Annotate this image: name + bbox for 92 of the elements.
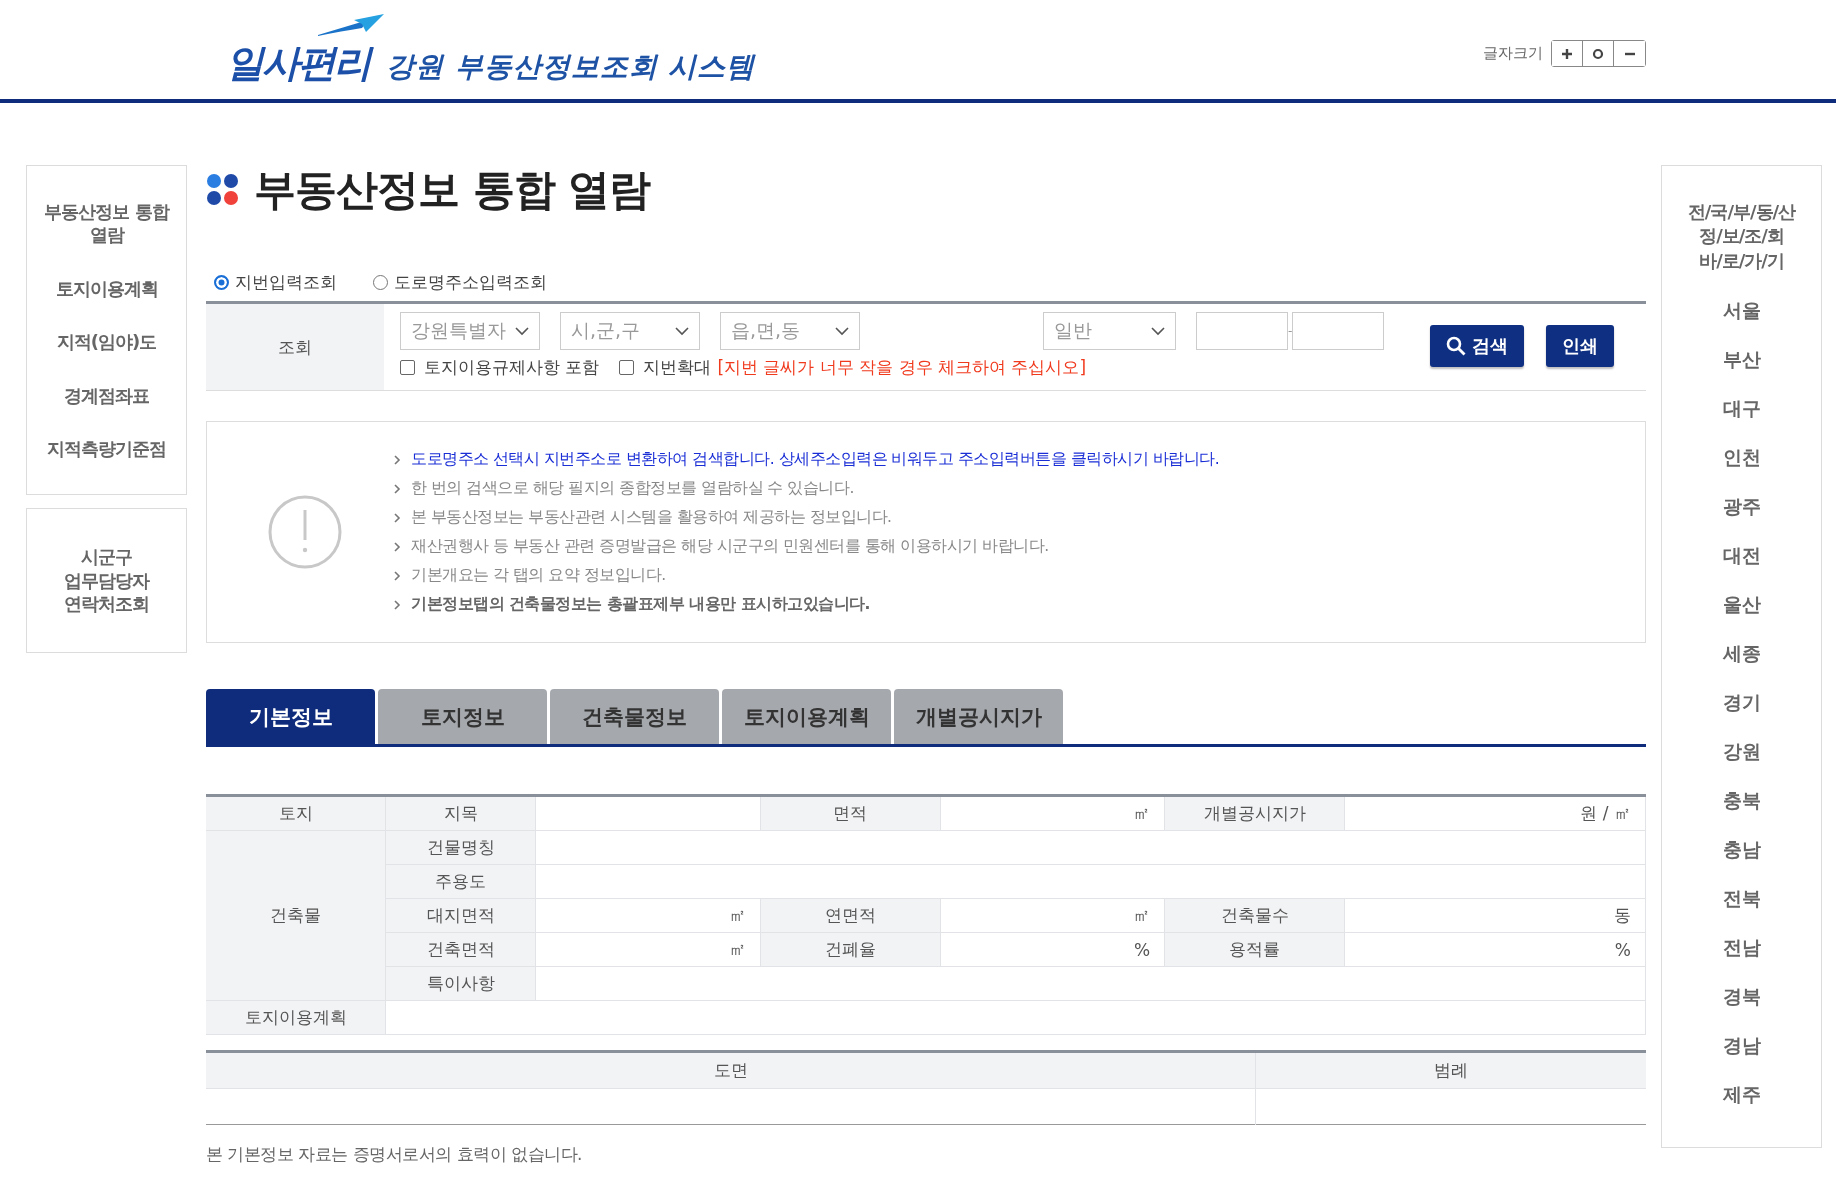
search-label: 조회 <box>206 304 384 390</box>
bullet-chevron-icon <box>393 512 401 523</box>
radio-option[interactable]: 도로명주소입력조회 <box>373 270 547 294</box>
region-link[interactable]: 울산 <box>1722 591 1761 618</box>
notice-text: 기본개요는 각 탭의 요약 정보입니다. <box>411 565 666 586</box>
lot-number-field[interactable] <box>1196 312 1288 350</box>
bullet-chevron-icon <box>393 483 401 494</box>
exclamation-icon <box>267 494 343 570</box>
region-link[interactable]: 서울 <box>1722 297 1761 324</box>
separator-text: - <box>1288 324 1293 338</box>
site-title: 강원 부동산정보조회 시스템 <box>386 49 756 85</box>
chevron-down-icon <box>835 326 849 336</box>
paper-plane-logo-icon <box>318 14 384 36</box>
table-header-cell: 연면적 <box>760 898 941 933</box>
region-link[interactable]: 제주 <box>1722 1081 1761 1108</box>
table-cell: % <box>940 932 1165 967</box>
side-menu-item[interactable]: 지적측량기준점 <box>47 436 166 461</box>
warning-text: [지번 글씨가 너무 작을 경우 체크하여 주십시오] <box>717 356 1087 379</box>
table-header-cell: 건물명칭 <box>385 830 536 865</box>
bullet-chevron-icon <box>393 570 401 581</box>
table-header-cell: 건축물 <box>206 830 386 1001</box>
table-header-cell: 면적 <box>760 795 941 831</box>
notice-text: 기본정보탭의 건축물정보는 총괄표제부 내용만 표시하고있습니다. <box>411 594 870 615</box>
tab[interactable]: 기본정보 <box>206 689 375 744</box>
side-menu-item[interactable]: 부동산정보 통합 열람 <box>35 200 178 247</box>
circle-icon <box>1592 47 1604 60</box>
page-title: 부동산정보 통합 열람 <box>254 164 651 216</box>
table-header-cell: 토지이용계획 <box>206 1000 386 1035</box>
region-link[interactable]: 전남 <box>1722 934 1761 961</box>
table-cell: ㎡ <box>940 795 1165 831</box>
region-link[interactable]: 경남 <box>1722 1032 1761 1059</box>
checkbox-option[interactable]: 토지이용규제사항 포함 <box>400 356 600 379</box>
region-link[interactable]: 대구 <box>1722 395 1761 422</box>
region-link[interactable]: 광주 <box>1722 493 1761 520</box>
notice-text: 본 부동산정보는 부동산관련 시스템을 활용하여 제공하는 정보입니다. <box>411 507 892 528</box>
region-link[interactable]: 부산 <box>1722 346 1761 373</box>
notice-text: 재산권행사 등 부동산 관련 증명발급은 해당 시군구의 민원센터를 통해 이용하시기 바랍니다. <box>411 536 1049 557</box>
tab[interactable]: 토지이용계획 <box>722 689 891 744</box>
region-link[interactable]: 세종 <box>1722 640 1761 667</box>
table-cell: 동 <box>1344 898 1646 933</box>
table-cell: % <box>1344 932 1646 967</box>
region-link[interactable]: 경기 <box>1722 689 1761 716</box>
region-link[interactable]: 강원 <box>1722 738 1761 765</box>
region-link[interactable]: 충북 <box>1722 787 1761 814</box>
side-menu-item[interactable]: 지적(임야)도 <box>56 330 157 354</box>
radio-option[interactable]: 지번입력조회 <box>214 270 337 294</box>
dots-icon <box>206 173 240 207</box>
tab[interactable]: 토지정보 <box>378 689 547 744</box>
region-link[interactable]: 충남 <box>1722 836 1761 863</box>
bullet-chevron-icon <box>393 541 401 552</box>
notice-text: 도로명주소 선택시 지번주소로 변환하여 검색합니다. 상세주소입력은 비워두고 주소입력버튼을 클릭하시기 바랍니다. <box>411 449 1220 470</box>
region-link[interactable]: 전북 <box>1722 885 1761 912</box>
chevron-down-icon <box>675 326 689 336</box>
table-header-cell: 건축면적 <box>385 932 536 967</box>
bullet-chevron-icon <box>393 454 401 465</box>
print-button[interactable]: 인쇄 <box>1546 325 1614 367</box>
table-cell: 원 / ㎡ <box>1344 795 1646 831</box>
tab[interactable]: 개별공시지가 <box>894 689 1063 744</box>
notice-text: 한 번의 검색으로 해당 필지의 종합정보를 열람하실 수 있습니다. <box>411 478 854 499</box>
table-header-cell: 대지면적 <box>385 898 536 933</box>
table-header-cell: 건축물수 <box>1164 898 1345 933</box>
checkbox-option[interactable]: 지번확대 <box>619 356 712 379</box>
increase-font-button[interactable] <box>1552 41 1583 66</box>
chevron-down-icon <box>1151 326 1165 336</box>
table-header-cell: 토지 <box>206 795 386 831</box>
table-header-cell: 도면 <box>206 1051 1256 1089</box>
side-menu-item[interactable]: 경계점좌표 <box>64 383 149 407</box>
table-cell: ㎡ <box>535 932 761 967</box>
region-panel-title: 전/국/부/동/산 정/보/조/회 바/로/가/기 <box>1686 200 1797 273</box>
font-size-label: 글자크기 <box>1483 44 1543 63</box>
disclaimer-text: 본 기본정보 자료는 증명서로서의 효력이 없습니다. <box>206 1143 583 1166</box>
bullet-chevron-icon <box>393 599 401 610</box>
chevron-down-icon <box>515 326 529 336</box>
table-header-cell: 범례 <box>1255 1051 1646 1089</box>
search-icon <box>1446 336 1466 356</box>
table-header-cell: 특이사항 <box>385 966 536 1001</box>
table-header-cell: 건폐율 <box>760 932 941 967</box>
contact-link[interactable]: 시군구 업무담당자 연락처조회 <box>56 545 157 616</box>
lot-number-field[interactable] <box>1292 312 1385 350</box>
region-link[interactable]: 인천 <box>1722 444 1761 471</box>
table-header-cell: 지목 <box>385 795 536 831</box>
plus-icon <box>1561 47 1573 60</box>
tab[interactable]: 건축물정보 <box>550 689 719 744</box>
table-header-cell: 주용도 <box>385 864 536 899</box>
table-cell: ㎡ <box>535 898 761 933</box>
region-link[interactable]: 대전 <box>1722 542 1761 569</box>
table-header-cell: 용적률 <box>1164 932 1345 967</box>
side-menu-item[interactable]: 토지이용계획 <box>55 276 158 301</box>
search-button[interactable]: 검색 <box>1430 325 1524 367</box>
table-header-cell: 개별공시지가 <box>1164 795 1345 831</box>
region-link[interactable]: 경북 <box>1722 983 1761 1010</box>
table-cell: ㎡ <box>940 898 1165 933</box>
